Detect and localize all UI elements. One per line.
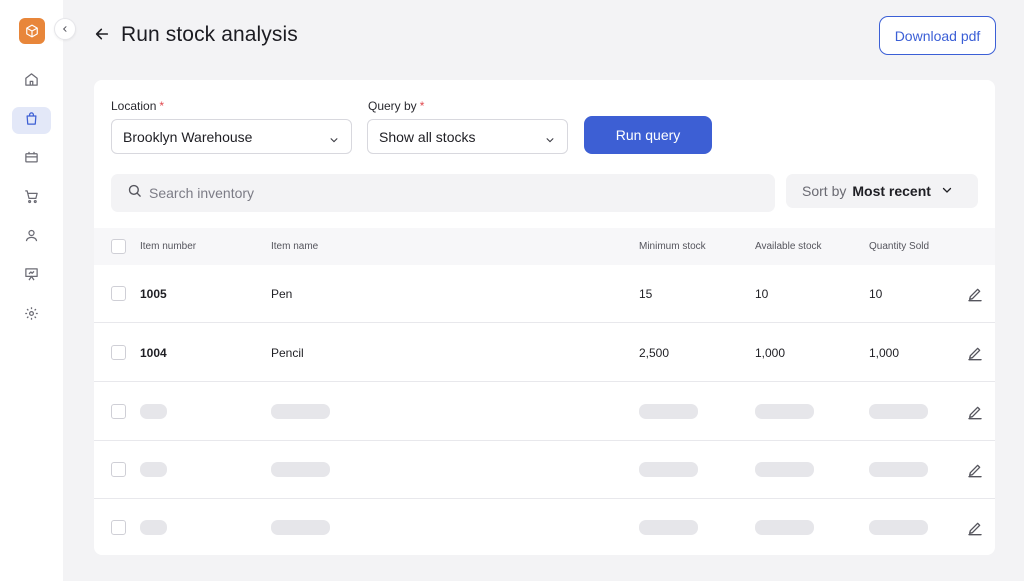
- query-by-select[interactable]: Show all stocks: [367, 119, 568, 154]
- table-row[interactable]: 1004 Pencil 2,500 1,000 1,000: [94, 324, 995, 382]
- item-number-cell: 1004: [140, 346, 167, 360]
- sort-label: Sort by: [802, 183, 847, 199]
- quantity-sold-cell: 1,000: [869, 346, 900, 360]
- skeleton-bar: [140, 520, 167, 535]
- presentation-icon: [24, 267, 39, 287]
- skeleton-bar: [639, 404, 698, 419]
- home-icon: [24, 72, 39, 92]
- edit-icon[interactable]: [967, 462, 983, 478]
- skeleton-bar: [755, 404, 814, 419]
- column-header-quantity-sold[interactable]: Quantity Sold: [869, 241, 929, 252]
- sidebar-item-cart[interactable]: [12, 185, 51, 212]
- back-button[interactable]: [92, 26, 112, 46]
- skeleton-bar: [755, 462, 814, 477]
- query-by-label: Query by *: [368, 99, 425, 113]
- cart-icon: [24, 189, 39, 209]
- sidebar-collapse-button[interactable]: [54, 18, 76, 40]
- row-checkbox[interactable]: [111, 462, 126, 477]
- column-header-minimum-stock[interactable]: Minimum stock: [639, 241, 706, 252]
- sort-value: Most recent: [852, 183, 931, 199]
- row-checkbox[interactable]: [111, 286, 126, 301]
- location-value: Brooklyn Warehouse: [123, 128, 253, 145]
- chevron-down-icon: [545, 132, 555, 148]
- placeholder-row: [94, 383, 995, 441]
- sidebar-item-reports[interactable]: [12, 263, 51, 290]
- skeleton-bar: [271, 404, 330, 419]
- skeleton-bar: [869, 404, 928, 419]
- analysis-card: Location * Brooklyn Warehouse Query by * S…: [94, 80, 995, 555]
- skeleton-bar: [869, 520, 928, 535]
- column-header-item-number[interactable]: Item number: [140, 241, 196, 252]
- skeleton-bar: [755, 520, 814, 535]
- chevron-down-icon: [941, 183, 953, 199]
- edit-icon[interactable]: [967, 345, 983, 361]
- sidebar-item-home[interactable]: [12, 68, 51, 95]
- shopping-bag-icon: [24, 111, 39, 131]
- box-icon[interactable]: [19, 18, 45, 44]
- user-icon: [24, 228, 39, 248]
- sort-dropdown[interactable]: Sort by Most recent: [786, 174, 978, 208]
- table-row[interactable]: 1005 Pen 15 10 10: [94, 265, 995, 323]
- arrow-left-icon: [94, 26, 110, 47]
- item-name-cell: Pen: [271, 287, 293, 301]
- sidebar-item-inventory[interactable]: [12, 107, 51, 134]
- minimum-stock-cell: 15: [639, 287, 653, 301]
- minimum-stock-cell: 2,500: [639, 346, 670, 360]
- edit-icon[interactable]: [967, 286, 983, 302]
- sidebar: [0, 0, 63, 581]
- row-checkbox[interactable]: [111, 345, 126, 360]
- sidebar-item-settings[interactable]: [12, 302, 51, 329]
- sidebar-item-users[interactable]: [12, 224, 51, 251]
- edit-icon[interactable]: [967, 520, 983, 536]
- skeleton-bar: [271, 520, 330, 535]
- quantity-sold-cell: 10: [869, 287, 883, 301]
- edit-icon[interactable]: [967, 404, 983, 420]
- skeleton-bar: [271, 462, 330, 477]
- placeholder-row: [94, 441, 995, 499]
- search-bar[interactable]: Search inventory: [111, 174, 775, 212]
- item-name-cell: Pencil: [271, 346, 304, 360]
- gear-icon: [24, 306, 39, 326]
- available-stock-cell: 10: [755, 287, 769, 301]
- table-header: Item number Item name Minimum stock Avai…: [94, 228, 995, 265]
- skeleton-bar: [869, 462, 928, 477]
- item-number-cell: 1005: [140, 287, 167, 301]
- row-checkbox[interactable]: [111, 520, 126, 535]
- download-pdf-button[interactable]: Download pdf: [879, 16, 996, 55]
- search-input[interactable]: Search inventory: [149, 185, 254, 201]
- row-checkbox[interactable]: [111, 404, 126, 419]
- column-header-item-name[interactable]: Item name: [271, 241, 318, 252]
- query-by-value: Show all stocks: [379, 128, 476, 145]
- column-header-available-stock[interactable]: Available stock: [755, 241, 822, 252]
- available-stock-cell: 1,000: [755, 346, 786, 360]
- search-icon: [127, 183, 142, 203]
- sidebar-item-tickets[interactable]: [12, 146, 51, 173]
- location-label: Location *: [111, 99, 165, 113]
- placeholder-row: [94, 499, 995, 555]
- chevron-down-icon: [329, 132, 339, 148]
- skeleton-bar: [639, 520, 698, 535]
- select-all-checkbox[interactable]: [111, 239, 126, 254]
- ticket-icon: [24, 150, 39, 170]
- skeleton-bar: [140, 404, 167, 419]
- skeleton-bar: [140, 462, 167, 477]
- run-query-button[interactable]: Run query: [584, 116, 712, 154]
- location-select[interactable]: Brooklyn Warehouse: [111, 119, 352, 154]
- chevron-left-icon: [61, 20, 69, 38]
- skeleton-bar: [639, 462, 698, 477]
- page-title: Run stock analysis: [121, 23, 298, 46]
